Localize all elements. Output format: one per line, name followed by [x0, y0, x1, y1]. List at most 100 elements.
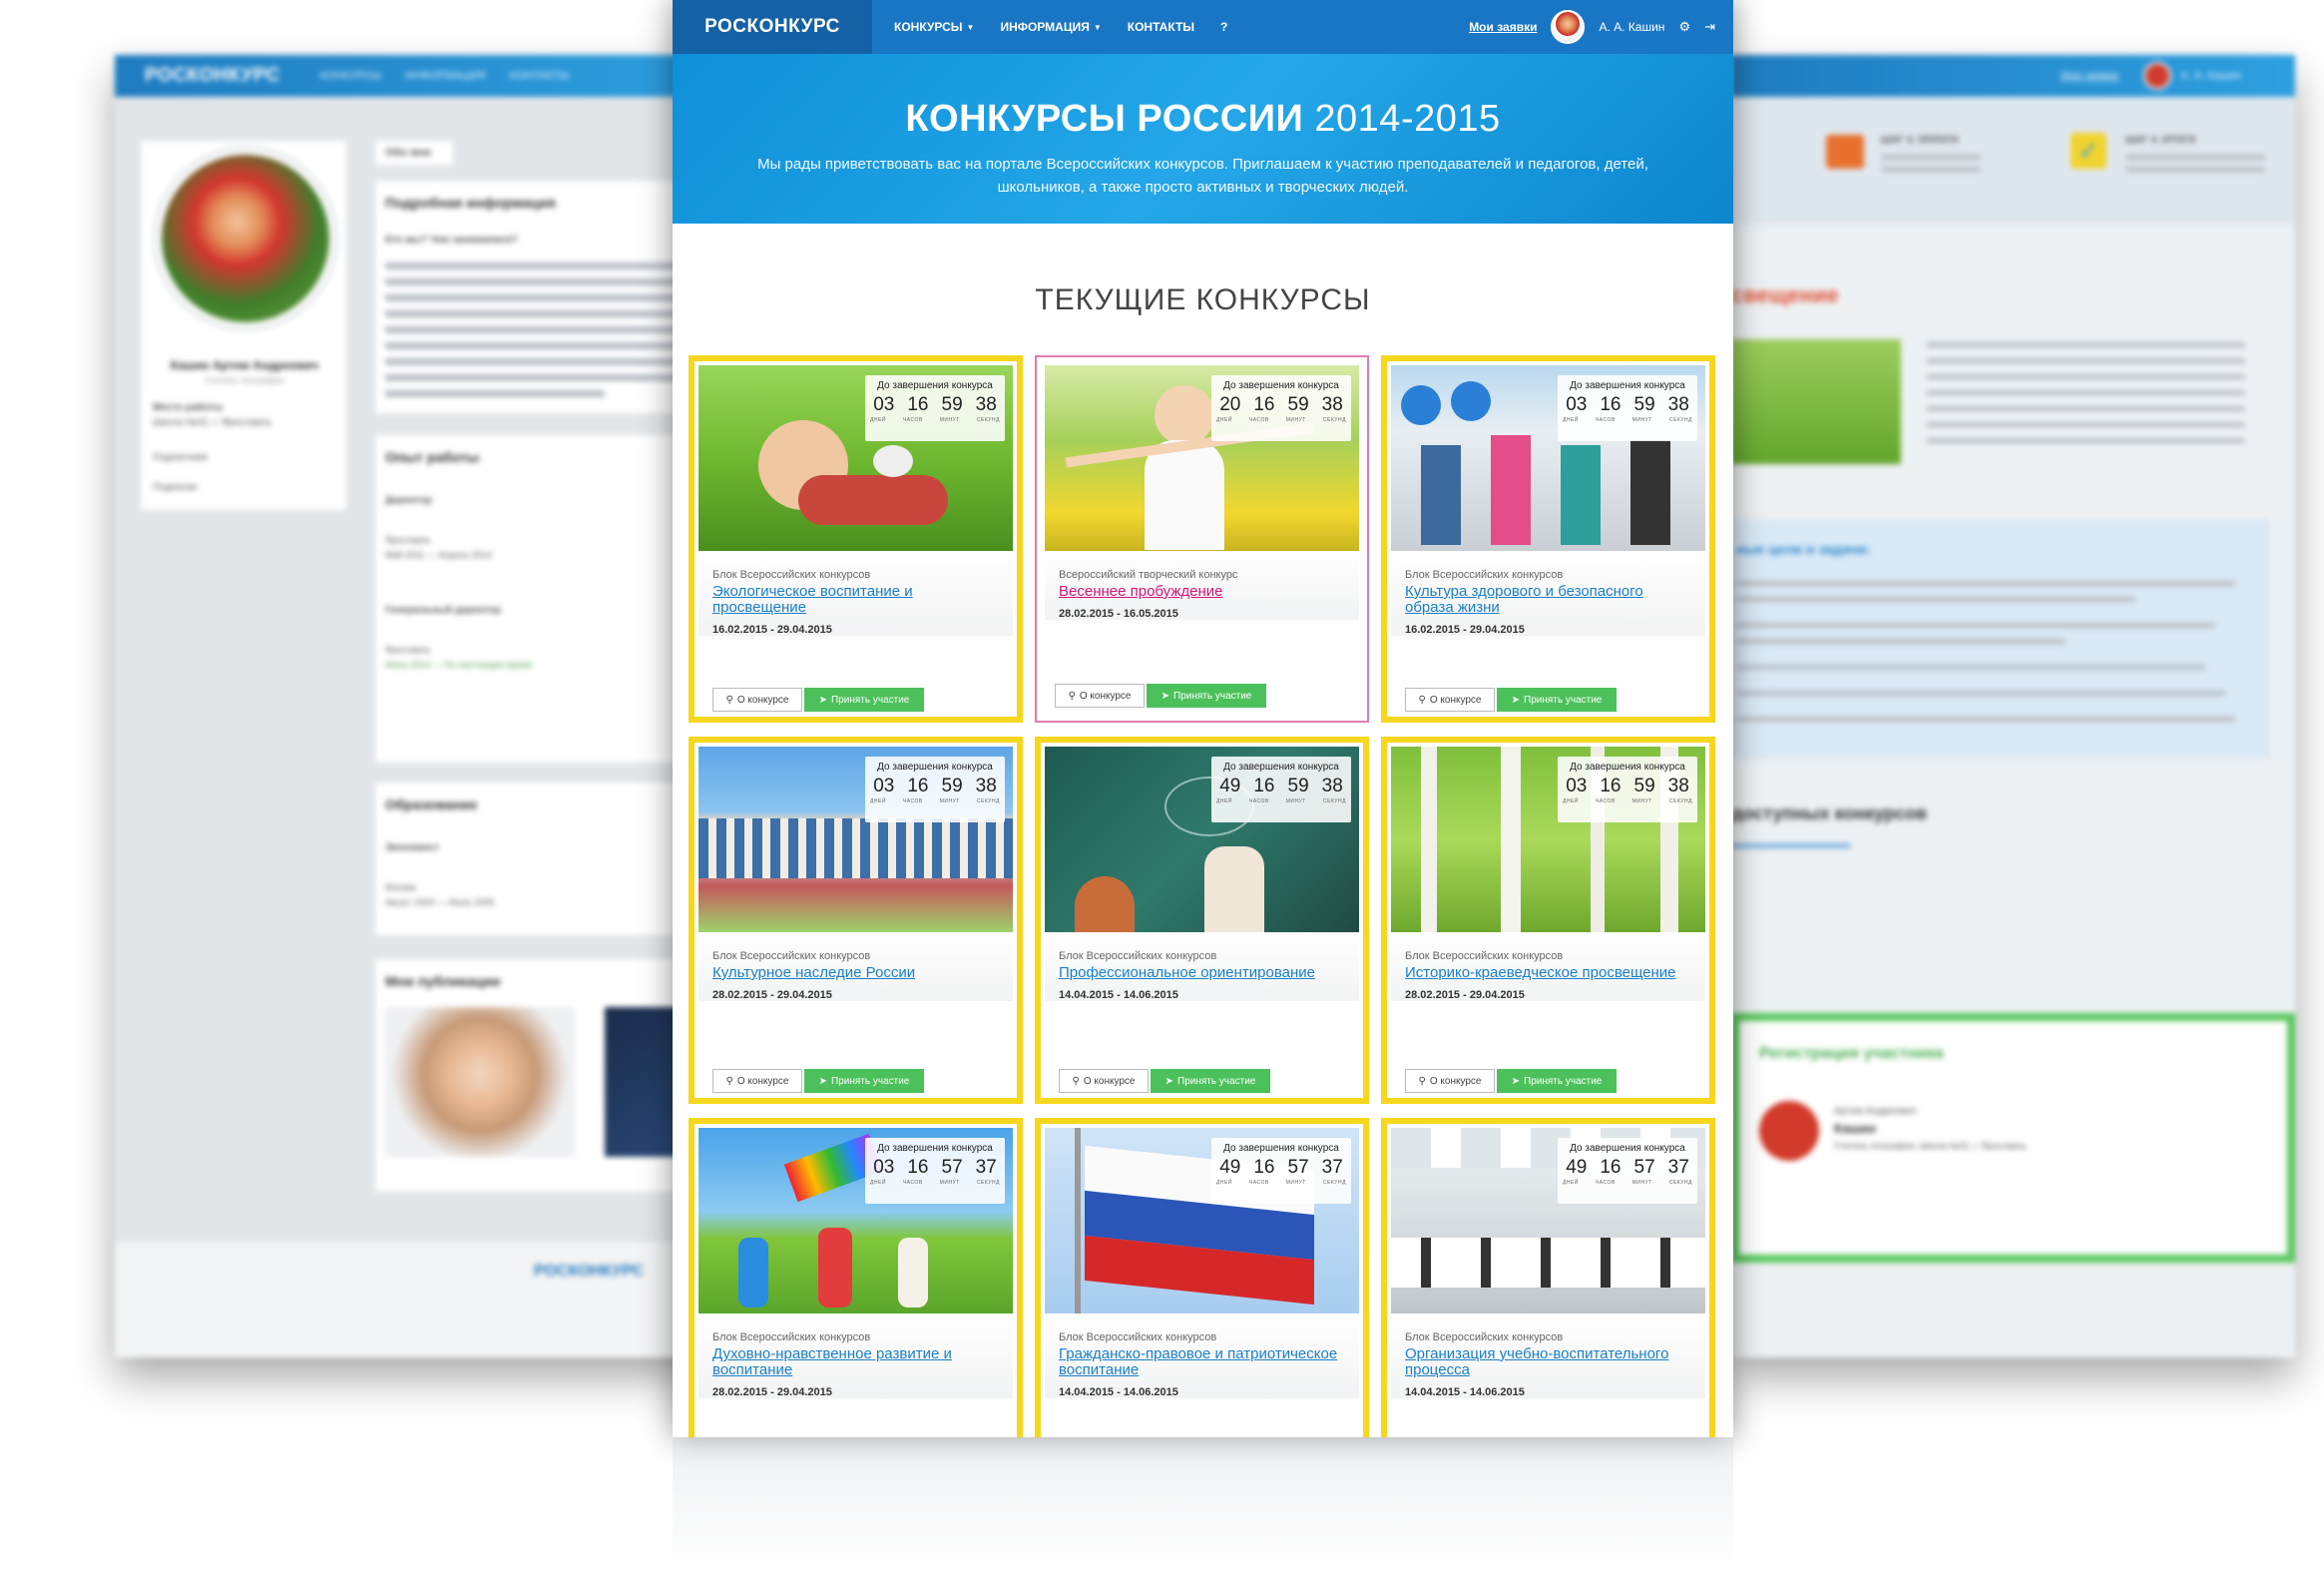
- job1-period: Май 2011 — Апрель 2014: [385, 550, 492, 560]
- countdown-label: До завершения конкурса: [1570, 1143, 1685, 1154]
- contest-card[interactable]: До завершения конкурса 49 16 59 38 ДНЕЙ …: [1035, 737, 1369, 1104]
- countdown-label: До завершения конкурса: [877, 1143, 993, 1154]
- gear-icon[interactable]: ⚙: [1678, 19, 1690, 35]
- boy-with-rabbit-photo[interactable]: До завершения конкурса 03 16 59 38 ДНЕЙ …: [698, 365, 1013, 551]
- contest-title-link[interactable]: Культурное наследие России: [712, 965, 999, 981]
- contest-title-link[interactable]: Организация учебно-воспитательного проце…: [1405, 1346, 1691, 1378]
- countdown-units: ДНЕЙ ЧАСОВ МИНУТ СЕКУНД: [865, 417, 1005, 423]
- contest-body: Всероссийский творческий конкурс Весенне…: [1045, 551, 1359, 620]
- send-icon: ➤: [818, 1075, 828, 1087]
- palace-photo[interactable]: До завершения конкурса 03 16 59 38 ДНЕЙ …: [698, 747, 1013, 932]
- experience-title: Опыт работы: [385, 449, 480, 465]
- bg-left-navbar: РОСКОНКУРС КОНКУРСЫ ИНФОРМАЦИЯ КОНТАКТЫ: [115, 55, 713, 97]
- about-contest-button[interactable]: ⚲ О конкурсе: [712, 1069, 802, 1093]
- contest-title-link[interactable]: Гражданско-правовое и патриотическое вос…: [1059, 1346, 1345, 1378]
- unit-hours: ЧАСОВ: [1595, 1180, 1616, 1186]
- my-requests-link[interactable]: Мои заявки: [1469, 20, 1537, 34]
- available-title: доступных конкурсов: [1731, 803, 1928, 823]
- registration-box: Регистрация участника Артем Андреевич Ка…: [1731, 1013, 2295, 1263]
- wallet-icon: [1826, 135, 1864, 169]
- who-we-are: Кто мы? Чем занимаемся?: [385, 235, 518, 246]
- contest-title-link[interactable]: Профессиональное ориентирование: [1059, 965, 1345, 981]
- about-contest-button[interactable]: ⚲ О конкурсе: [1059, 1069, 1149, 1093]
- section-title: ТЕКУЩИЕ КОНКУРСЫ: [1035, 283, 1371, 316]
- russian-flag-photo[interactable]: До завершения конкурса 49 16 57 37 ДНЕЙ …: [1045, 1128, 1359, 1313]
- unit-days: ДНЕЙ: [1216, 798, 1232, 804]
- publication-thumb-1: [385, 1007, 575, 1157]
- about-contest-label: О конкурсе: [736, 1075, 789, 1087]
- menu-help[interactable]: ?: [1220, 20, 1227, 34]
- bg-right-photo: [1731, 339, 1901, 464]
- fitness-class-photo[interactable]: До завершения конкурса 03 16 59 38 ДНЕЙ …: [1391, 365, 1705, 551]
- contest-actions: ⚲ О конкурсе ➤ Принять участие: [1059, 1069, 1270, 1093]
- computer-class-photo[interactable]: До завершения конкурса 49 16 57 37 ДНЕЙ …: [1391, 1128, 1705, 1313]
- contest-title-link[interactable]: Духовно-нравственное развитие и воспитан…: [712, 1346, 999, 1378]
- contest-title-link[interactable]: Культура здорового и безопасного образа …: [1405, 584, 1691, 616]
- countdown-minutes: 57: [1287, 1157, 1309, 1178]
- contest-title-link[interactable]: Весеннее пробуждение: [1059, 584, 1345, 600]
- countdown-units: ДНЕЙ ЧАСОВ МИНУТ СЕКУНД: [1558, 1180, 1697, 1186]
- countdown-values: 03 16 59 38: [865, 776, 1005, 797]
- about-contest-button[interactable]: ⚲ О конкурсе: [1055, 684, 1145, 708]
- countdown-timer: До завершения конкурса 03 16 59 38 ДНЕЙ …: [865, 757, 1005, 822]
- contest-body: Блок Всероссийских конкурсов Историко-кр…: [1391, 932, 1705, 1001]
- countdown-seconds: 38: [1321, 776, 1343, 796]
- join-contest-button[interactable]: ➤ Принять участие: [804, 1069, 924, 1093]
- contest-card[interactable]: До завершения конкурса 03 16 57 37 ДНЕЙ …: [689, 1118, 1023, 1437]
- countdown-timer: До завершения конкурса 03 16 57 37 ДНЕЙ …: [865, 1138, 1005, 1204]
- about-contest-label: О конкурсе: [1429, 694, 1482, 706]
- unit-minutes: МИНУТ: [1631, 798, 1652, 804]
- menu-information[interactable]: ИНФОРМАЦИЯ ▼: [1000, 20, 1101, 34]
- logout-icon[interactable]: ⇥: [1704, 19, 1715, 35]
- job2-place: Ярославль: [385, 645, 431, 655]
- stage: РОСКОНКУРС КОНКУРСЫ ИНФОРМАЦИЯ КОНТАКТЫ …: [0, 0, 2324, 1576]
- countdown-label: До завершения конкурса: [1570, 380, 1685, 391]
- page-reflection: [673, 1437, 1733, 1576]
- contest-card[interactable]: До завершения конкурса 20 16 59 38 ДНЕЙ …: [1035, 355, 1369, 723]
- menu-contacts[interactable]: КОНТАКТЫ: [1128, 20, 1194, 34]
- reg-last-name: Кашин: [1834, 1121, 1877, 1136]
- contest-card[interactable]: До завершения конкурса 49 16 57 37 ДНЕЙ …: [1035, 1118, 1369, 1437]
- user-name[interactable]: А. А. Кашин: [1599, 20, 1664, 34]
- girl-in-dandelions-photo[interactable]: До завершения конкурса 20 16 59 38 ДНЕЙ …: [1045, 365, 1359, 551]
- contest-card[interactable]: До завершения конкурса 03 16 59 38 ДНЕЙ …: [1381, 355, 1715, 723]
- contest-actions: ⚲ О конкурсе ➤ Принять участие: [1055, 684, 1266, 708]
- contest-title-link[interactable]: Историко-краеведческое просвещение: [1405, 965, 1691, 981]
- contest-body: Блок Всероссийских конкурсов Гражданско-…: [1045, 1313, 1359, 1398]
- join-contest-button[interactable]: ➤ Принять участие: [1147, 684, 1266, 708]
- countdown-values: 20 16 59 38: [1211, 394, 1351, 416]
- subscribers-link: Подписчики: [153, 452, 209, 463]
- contest-title-link[interactable]: Экологическое воспитание и просвещение: [712, 584, 999, 616]
- send-icon: ➤: [1511, 1075, 1521, 1087]
- contest-card[interactable]: До завершения конкурса 03 16 59 38 ДНЕЙ …: [689, 355, 1023, 723]
- join-contest-button[interactable]: ➤ Принять участие: [1497, 1069, 1617, 1093]
- unit-hours: ЧАСОВ: [1248, 417, 1269, 423]
- user-avatar[interactable]: [1551, 10, 1586, 44]
- classroom-photo[interactable]: До завершения конкурса 49 16 59 38 ДНЕЙ …: [1045, 747, 1359, 932]
- contest-card[interactable]: До завершения конкурса 03 16 59 38 ДНЕЙ …: [1381, 737, 1715, 1104]
- countdown-minutes: 57: [1633, 1157, 1655, 1178]
- menu-contests[interactable]: КОНКУРСЫ ▼: [894, 20, 974, 34]
- countdown-units: ДНЕЙ ЧАСОВ МИНУТ СЕКУНД: [865, 798, 1005, 804]
- about-contest-button[interactable]: ⚲ О конкурсе: [712, 688, 802, 712]
- navbar: РОСКОНКУРС КОНКУРСЫ ▼ ИНФОРМАЦИЯ ▼ КОНТАКТ…: [673, 0, 1733, 54]
- contest-card[interactable]: До завершения конкурса 03 16 59 38 ДНЕЙ …: [689, 737, 1023, 1104]
- join-contest-label: Принять участие: [831, 694, 910, 706]
- birch-forest-photo[interactable]: До завершения конкурса 03 16 59 38 ДНЕЙ …: [1391, 747, 1705, 932]
- contest-body: Блок Всероссийских конкурсов Организация…: [1391, 1313, 1705, 1398]
- join-contest-button[interactable]: ➤ Принять участие: [1151, 1069, 1270, 1093]
- search-icon: ⚲: [725, 694, 733, 706]
- brand-logo[interactable]: РОСКОНКУРС: [673, 0, 872, 54]
- contest-category: Блок Всероссийских конкурсов: [712, 950, 871, 962]
- bg-left-brand: РОСКОНКУРС: [145, 65, 280, 86]
- contest-card[interactable]: До завершения конкурса 49 16 57 37 ДНЕЙ …: [1381, 1118, 1715, 1437]
- unit-days: ДНЕЙ: [870, 417, 886, 423]
- about-contest-button[interactable]: ⚲ О конкурсе: [1405, 1069, 1495, 1093]
- countdown-label: До завершения конкурса: [1223, 762, 1339, 773]
- unit-seconds: СЕКУНД: [1668, 417, 1692, 423]
- children-with-kite-photo[interactable]: До завершения конкурса 03 16 57 37 ДНЕЙ …: [698, 1128, 1013, 1313]
- join-contest-button[interactable]: ➤ Принять участие: [1497, 688, 1617, 712]
- join-contest-button[interactable]: ➤ Принять участие: [804, 688, 924, 712]
- search-icon: ⚲: [1418, 694, 1426, 706]
- about-contest-button[interactable]: ⚲ О конкурсе: [1405, 688, 1495, 712]
